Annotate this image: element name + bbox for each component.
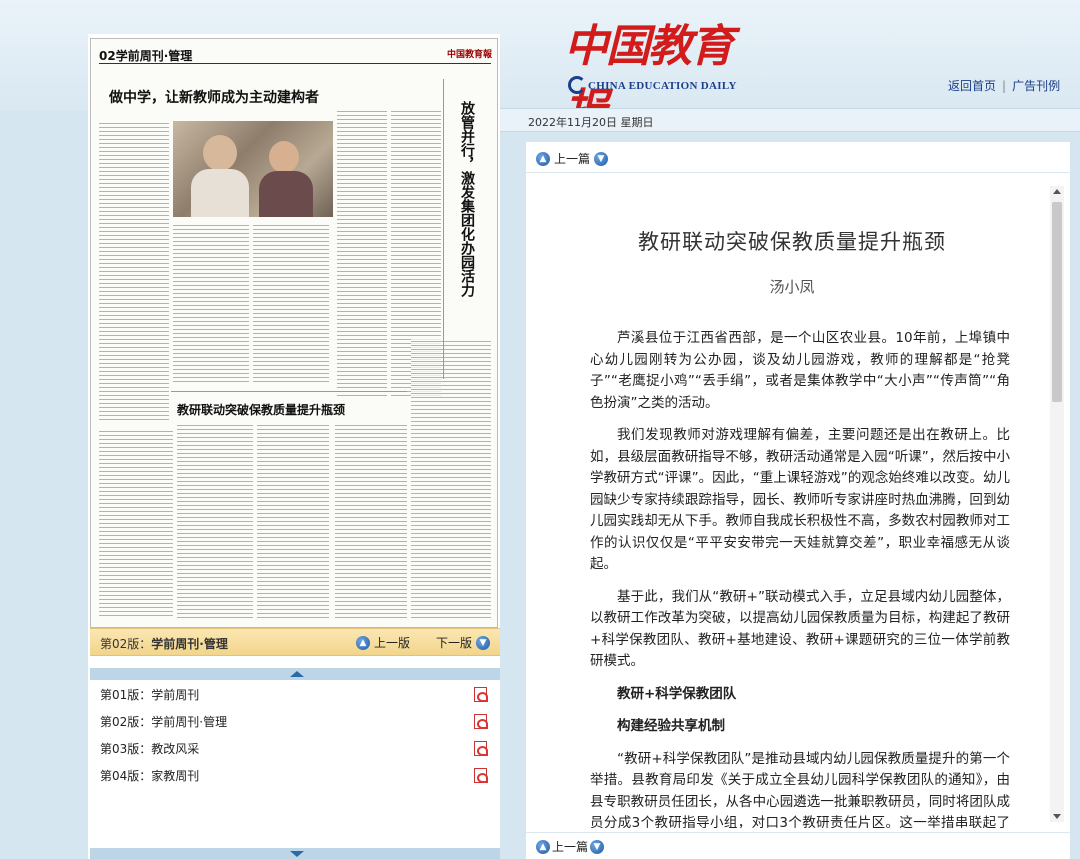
text-column [337,109,387,399]
article-link-vertical[interactable]: 放管并行，激发集团化办园活力 [451,101,475,297]
article-author: 汤小凤 [769,278,815,296]
edition-item-label[interactable]: 第02版：学前周刊·管理 [100,715,227,729]
logo-emblem-icon [568,76,586,94]
prev-edition-label: 上一版 [374,636,411,650]
text-column [257,423,329,619]
edition-list-scroll-up[interactable] [90,668,500,680]
edition-list-scroll-down[interactable] [90,848,500,859]
text-column [99,121,169,421]
arrow-down-icon: ▼ [590,839,605,854]
news-photo [173,121,333,217]
edition-item-label[interactable]: 第04版：家教周刊 [100,769,199,783]
edition-item[interactable]: 第01版：学前周刊 [90,682,500,708]
article-panel: ▲ 上一篇 ▼ 教研联动突破保教质量提升瓶颈 汤小凤 芦溪县位于江西省西部，是一… [526,142,1070,859]
current-edition-label: 第02版：学前周刊·管理 [100,635,228,652]
text-column [335,423,407,619]
ad-rates-link[interactable]: 广告刊例 [1012,79,1060,93]
date-bar: 2022年11月20日 星期日 [500,108,1080,132]
pdf-icon[interactable] [474,768,488,783]
section-heading: 教研+科学保教团队 [617,685,737,702]
scroll-up-icon [290,671,304,677]
edition-bar: 第02版：学前周刊·管理 ▲ 上一版 下一版 ▼ [90,628,500,656]
article-scrollbar[interactable] [1050,186,1064,822]
arrow-up-icon: ▲ [536,839,550,854]
next-edition-label: 下一版 [436,636,473,650]
arrow-up-icon: ▲ [536,151,550,166]
pdf-icon[interactable] [474,714,488,729]
prev-article-button-bottom[interactable]: ▲ 上一篇 ▼ [536,838,605,855]
article-paragraph: “教研+科学保教团队”是推动县域内幼儿园保教质量提升的第一个举措。县教育局印发《… [590,750,1010,829]
text-column [253,223,329,383]
article-content: 教研联动突破保教质量提升瓶颈 汤小凤 芦溪县位于江西省西部，是一个山区农业县。1… [526,178,1070,828]
scroll-up-icon[interactable] [1053,189,1061,194]
edition-list: 第01版：学前周刊 第02版：学前周刊·管理 第03版：教改风采 第04版：家教… [90,682,500,848]
arrow-up-icon: ▲ [356,635,370,650]
divider [526,832,1070,833]
article-paragraph: 我们发现教师对游戏理解有偏差，主要问题还是出在教研上。比如，县级层面教研指导不够… [590,427,1010,572]
newspaper-page-image[interactable]: 02学前周刊·管理 中国教育報 做中学，让新教师成为主动建构者 放管并行，激发集… [90,38,498,628]
edition-item-label[interactable]: 第03版：教改风采 [100,742,199,756]
prev-article-label: 上一篇 [552,840,589,854]
next-edition-button[interactable]: 下一版 ▼ [436,634,491,651]
article-paragraph: 芦溪县位于江西省西部，是一个山区农业县。10年前，上埠镇中心幼儿园刚转为公办园，… [590,330,1010,411]
column-rule [443,79,444,379]
scroll-down-icon [290,851,304,857]
pdf-icon[interactable] [474,687,488,702]
article-link-top[interactable]: 做中学，让新教师成为主动建构者 [109,87,319,107]
scrollbar-thumb[interactable] [1052,202,1062,402]
text-column [177,423,253,619]
prev-article-button-top[interactable]: ▲ 上一篇 ▼ [536,150,609,167]
edition-number: 第02版： [100,637,152,651]
scroll-down-icon[interactable] [1053,814,1061,819]
text-column [173,223,249,383]
edition-item[interactable]: 第02版：学前周刊·管理 [90,709,500,735]
page-brand-text: 中国教育報 [447,50,493,60]
edition-item-label[interactable]: 第01版：学前周刊 [100,688,199,702]
article-title: 教研联动突破保教质量提升瓶颈 [638,230,946,254]
article-paragraph: 基于此，我们从“教研+”联动模式入手，立足县域内幼儿园整体，以教研工作改革为突破… [590,588,1010,670]
edition-item[interactable]: 第03版：教改风采 [90,736,500,762]
section-subheading: 构建经验共享机制 [617,718,725,734]
divider [526,172,1070,173]
arrow-down-icon: ▼ [594,151,609,166]
header-rule [99,63,491,64]
text-column [99,429,173,619]
logo-english-text: CHINA EDUCATION DAILY [588,80,737,92]
arrow-down-icon: ▼ [476,635,491,650]
edition-name: 学前周刊·管理 [151,637,228,651]
pdf-icon[interactable] [474,741,488,756]
text-column [411,339,491,619]
link-separator: | [1002,79,1007,93]
section-rule [171,391,407,392]
article-body: 芦溪县位于江西省西部，是一个山区农业县。10年前，上埠镇中心幼儿园刚转为公办园，… [590,328,1010,828]
issue-date: 2022年11月20日 星期日 [528,116,654,129]
page-header-text: 02学前周刊·管理 [99,49,193,63]
site-logo[interactable]: 中国教育报 CHINA EDUCATION DAILY [560,8,760,136]
top-links: 返回首页 | 广告刊例 [948,77,1060,94]
edition-item[interactable]: 第04版：家教周刊 [90,763,500,789]
prev-article-label: 上一篇 [554,152,591,166]
prev-edition-button[interactable]: ▲ 上一版 [356,634,410,651]
home-link[interactable]: 返回首页 [948,79,996,93]
article-link-middle[interactable]: 教研联动突破保教质量提升瓶颈 [177,401,345,418]
